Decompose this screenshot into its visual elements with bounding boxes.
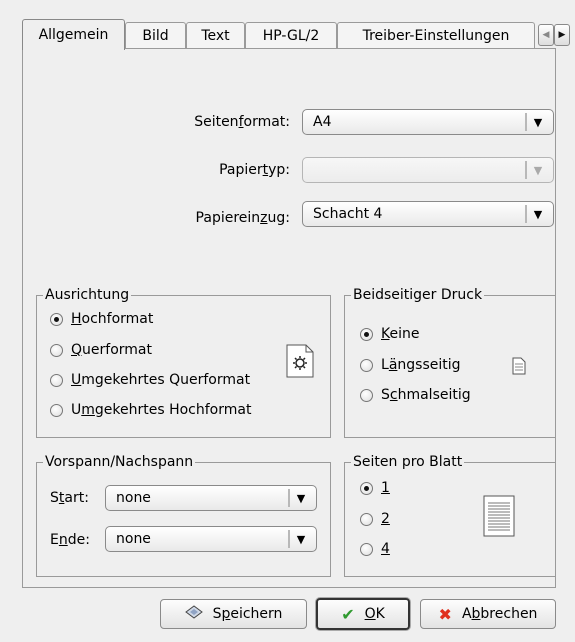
chevron-left-icon: ◀ bbox=[542, 30, 550, 40]
radio-umgekehrtes-querformat[interactable]: Umgekehrtes Querformat bbox=[50, 372, 250, 388]
start-combobox[interactable]: none ▼ bbox=[105, 485, 317, 511]
radio-laengsseitig[interactable]: Längsseitig bbox=[360, 357, 461, 373]
x-icon: ✖ bbox=[438, 604, 452, 624]
dropdown-arrow-icon: ▼ bbox=[525, 161, 549, 179]
papiertyp-label: Papiertyp: bbox=[219, 162, 290, 178]
radio-button[interactable] bbox=[50, 403, 63, 417]
radio-button[interactable] bbox=[360, 358, 373, 372]
seiten-pro-blatt-title: Seiten pro Blatt bbox=[351, 454, 465, 470]
dropdown-arrow-icon: ▼ bbox=[525, 113, 549, 131]
ende-label: Ende: bbox=[50, 532, 90, 548]
duplex-preview-icon bbox=[512, 357, 526, 375]
radio-pages-1[interactable]: 1 bbox=[360, 480, 390, 496]
chevron-right-icon: ▶ bbox=[558, 30, 566, 40]
papiereinzug-label: Papiereinzug: bbox=[195, 210, 290, 226]
dropdown-arrow-icon: ▼ bbox=[288, 489, 312, 507]
tab-hpgl2[interactable]: HP-GL/2 bbox=[245, 22, 337, 48]
dropdown-arrow-icon: ▼ bbox=[288, 530, 312, 548]
start-label: Start: bbox=[50, 490, 89, 506]
floppy-icon bbox=[184, 604, 203, 624]
seitenformat-combobox[interactable]: A4 ▼ bbox=[302, 109, 554, 135]
radio-button[interactable] bbox=[360, 388, 373, 402]
pages-per-sheet-preview-icon bbox=[483, 495, 515, 537]
vorspann-nachspann-group: Vorspann/Nachspann bbox=[36, 454, 331, 577]
tab-bild[interactable]: Bild bbox=[125, 22, 186, 48]
tab-allgemein[interactable]: Allgemein bbox=[22, 19, 125, 50]
radio-hochformat[interactable]: Hochformat bbox=[50, 311, 153, 327]
tab-scroll-left-button[interactable]: ◀ bbox=[538, 24, 554, 46]
tab-scroll-right-button[interactable]: ▶ bbox=[554, 24, 570, 46]
radio-button[interactable] bbox=[360, 512, 373, 526]
save-button[interactable]: Speichern bbox=[160, 599, 307, 629]
radio-button[interactable] bbox=[50, 343, 63, 357]
dropdown-arrow-icon: ▼ bbox=[525, 205, 549, 223]
radio-querformat[interactable]: Querformat bbox=[50, 342, 152, 358]
cancel-button[interactable]: ✖ Abbrechen bbox=[420, 599, 556, 629]
radio-button[interactable] bbox=[50, 373, 63, 387]
ende-combobox[interactable]: none ▼ bbox=[105, 526, 317, 552]
vorspann-nachspann-title: Vorspann/Nachspann bbox=[43, 454, 196, 470]
checkmark-icon: ✔ bbox=[341, 604, 355, 624]
radio-umgekehrtes-hochformat[interactable]: Umgekehrtes Hochformat bbox=[50, 402, 251, 418]
ok-button[interactable]: ✔ OK bbox=[316, 598, 410, 630]
radio-pages-2[interactable]: 2 bbox=[360, 511, 390, 527]
orientation-preview-icon bbox=[286, 344, 314, 378]
radio-pages-4[interactable]: 4 bbox=[360, 541, 390, 557]
papiereinzug-combobox[interactable]: Schacht 4 ▼ bbox=[302, 201, 554, 227]
radio-button[interactable] bbox=[360, 327, 373, 341]
papiertyp-combobox[interactable]: ▼ bbox=[302, 157, 554, 183]
radio-keine[interactable]: Keine bbox=[360, 326, 419, 342]
seitenformat-label: Seitenformat: bbox=[194, 114, 290, 130]
beidseitiger-druck-title: Beidseitiger Druck bbox=[351, 287, 485, 303]
radio-button[interactable] bbox=[360, 542, 373, 556]
radio-button[interactable] bbox=[360, 481, 373, 495]
radio-schmalseitig[interactable]: Schmalseitig bbox=[360, 387, 471, 403]
ausrichtung-title: Ausrichtung bbox=[43, 287, 132, 303]
tab-treiber-einstellungen[interactable]: Treiber-Einstellungen bbox=[337, 22, 535, 48]
radio-button[interactable] bbox=[50, 312, 63, 326]
tab-text[interactable]: Text bbox=[186, 22, 245, 48]
